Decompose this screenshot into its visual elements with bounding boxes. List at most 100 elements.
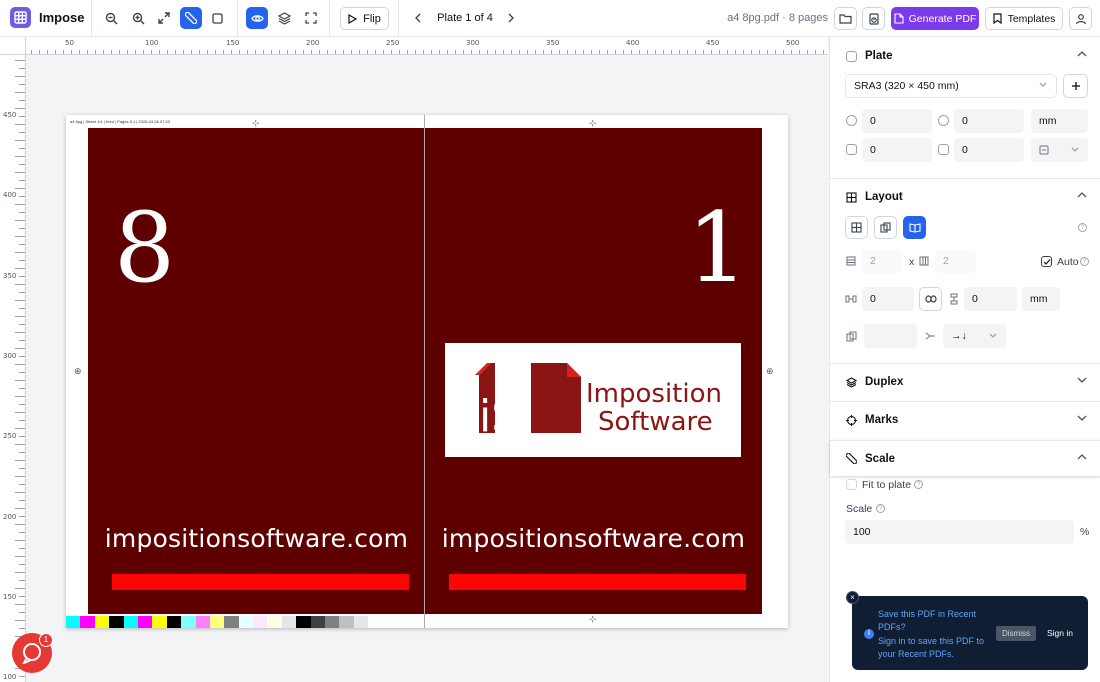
ruler-tick <box>543 50 544 54</box>
ruler-tick <box>15 76 25 77</box>
plate-offset-y-input[interactable]: 0 <box>954 109 1024 133</box>
templates-button[interactable]: Templates <box>985 7 1063 30</box>
square-icon <box>211 12 223 24</box>
color-swatch <box>181 616 196 628</box>
account-button[interactable] <box>1069 7 1092 30</box>
fullscreen-button[interactable] <box>300 7 322 29</box>
ruler-tick <box>19 436 25 437</box>
preview-toggle-button[interactable] <box>246 7 268 29</box>
columns-input[interactable]: 2 <box>935 249 976 273</box>
zoom-out-button[interactable] <box>100 7 122 29</box>
color-swatch <box>238 616 254 628</box>
ruler-tick <box>767 50 768 54</box>
ruler-tick <box>591 50 592 54</box>
copies-input[interactable] <box>864 324 917 348</box>
open-file-button[interactable] <box>834 7 857 30</box>
scale-input[interactable]: 100 <box>845 520 1074 544</box>
bleed-x-input[interactable]: 0 <box>862 138 932 162</box>
duplex-section-header[interactable]: Duplex <box>830 364 1100 400</box>
gap-horizontal-input[interactable]: 0 <box>862 287 914 311</box>
ruler-tick <box>15 428 25 429</box>
help-icon[interactable]: ? <box>914 480 923 489</box>
page-order-select[interactable]: →↓ <box>943 324 1006 348</box>
scale-unit: % <box>1080 526 1090 538</box>
horizontal-ruler[interactable]: 50 100 150 200 250 300 350 400 450 500 <box>26 37 828 55</box>
ruler-tick <box>15 540 25 541</box>
is-logo-mark-icon: iS <box>475 363 581 435</box>
slug-line: a4 8pg | Sheet 1/4 | front | Pages 8,1 |… <box>70 119 171 124</box>
ruler-tick <box>15 204 25 205</box>
sign-in-button[interactable]: Sign in <box>1042 626 1078 641</box>
ruler-icon <box>846 453 857 464</box>
brand[interactable]: Impose <box>10 7 85 28</box>
auto-checkbox[interactable] <box>1041 256 1052 267</box>
ruler-tick <box>223 50 224 54</box>
gap-unit-select[interactable]: mm <box>1022 287 1060 311</box>
add-plate-size-button[interactable] <box>1063 74 1088 98</box>
page-8[interactable]: 8 impositionsoftware.com <box>88 128 425 614</box>
layout-step-repeat-button[interactable] <box>874 216 897 239</box>
vertical-ruler[interactable]: 450 400 350 300 250 200 150 100 <box>0 55 26 682</box>
rows-input[interactable]: 2 <box>862 249 903 273</box>
rows-icon <box>846 256 856 266</box>
toolbar-divider <box>329 0 330 37</box>
color-swatch <box>80 616 95 628</box>
ruler-tick <box>559 50 560 54</box>
layout-grid-mode-button[interactable] <box>845 216 868 239</box>
plate-sheet[interactable]: a4 8pg | Sheet 1/4 | front | Pages 8,1 |… <box>66 115 788 628</box>
ruler-tick <box>583 50 584 54</box>
ruler-tick <box>695 50 696 54</box>
toolbar-divider <box>91 0 92 37</box>
ruler-tick <box>807 50 808 54</box>
toast-close-button[interactable]: × <box>846 591 859 604</box>
link-gaps-button[interactable] <box>919 287 942 311</box>
plate-size-select[interactable]: SRA3 (320 × 450 mm) <box>845 74 1057 98</box>
height-icon <box>938 115 949 126</box>
ruler-label: 200 <box>306 39 320 47</box>
ruler-tick <box>479 50 480 54</box>
check-icon <box>1043 259 1051 265</box>
ruler-tick <box>287 50 288 54</box>
ruler-label: 450 <box>706 39 720 47</box>
marks-section-header[interactable]: Marks <box>830 402 1100 438</box>
toast-body: Sign in to save this PDF to your Recent … <box>878 636 985 659</box>
help-icon[interactable]: ? <box>876 504 885 513</box>
bleed-y-input[interactable]: 0 <box>954 138 1024 162</box>
ruler-tick <box>19 356 25 357</box>
ruler-tick <box>19 580 25 581</box>
ruler-label: 500 <box>786 39 800 47</box>
color-swatch <box>310 616 326 628</box>
color-swatch <box>339 616 354 628</box>
scale-section-header[interactable]: Scale <box>830 440 1100 476</box>
fit-to-plate-checkbox[interactable] <box>846 479 857 490</box>
ruler-tick <box>19 404 25 405</box>
gap-vertical-input[interactable]: 0 <box>964 287 1017 311</box>
help-icon[interactable]: ? <box>1080 257 1089 266</box>
color-swatch <box>152 616 167 628</box>
fit-screen-button[interactable] <box>153 7 175 29</box>
plate-offset-x-input[interactable]: 0 <box>862 109 932 133</box>
flip-button[interactable]: Flip <box>340 7 389 30</box>
generate-pdf-button[interactable]: Generate PDF <box>891 7 979 30</box>
help-icon[interactable]: ? <box>1078 223 1087 232</box>
ruler-tick <box>815 50 816 54</box>
prev-plate-button[interactable] <box>407 7 429 29</box>
logo-line-1: Imposition <box>586 379 722 409</box>
recent-files-button[interactable] <box>862 7 885 30</box>
layers-button[interactable] <box>273 7 295 29</box>
next-plate-button[interactable] <box>500 7 522 29</box>
layout-booklet-button[interactable] <box>903 216 926 239</box>
generate-pdf-label: Generate PDF <box>908 12 977 25</box>
ruler-tool-button[interactable] <box>180 7 202 29</box>
dismiss-button[interactable]: Dismiss <box>996 626 1036 641</box>
orientation-select[interactable] <box>1031 138 1088 162</box>
ruler-tick <box>111 50 112 54</box>
page-1[interactable]: 1 iS Imposition Software impositionsoftw… <box>425 128 762 614</box>
registration-mark: ⊹ <box>252 118 260 128</box>
select-tool-button[interactable] <box>206 7 228 29</box>
ruler-tick <box>15 460 25 461</box>
plate-unit-select[interactable]: mm <box>1031 109 1088 133</box>
plate-section-header[interactable]: Plate <box>830 38 1100 74</box>
layout-section-header[interactable]: Layout <box>830 179 1100 215</box>
zoom-in-button[interactable] <box>127 7 149 29</box>
